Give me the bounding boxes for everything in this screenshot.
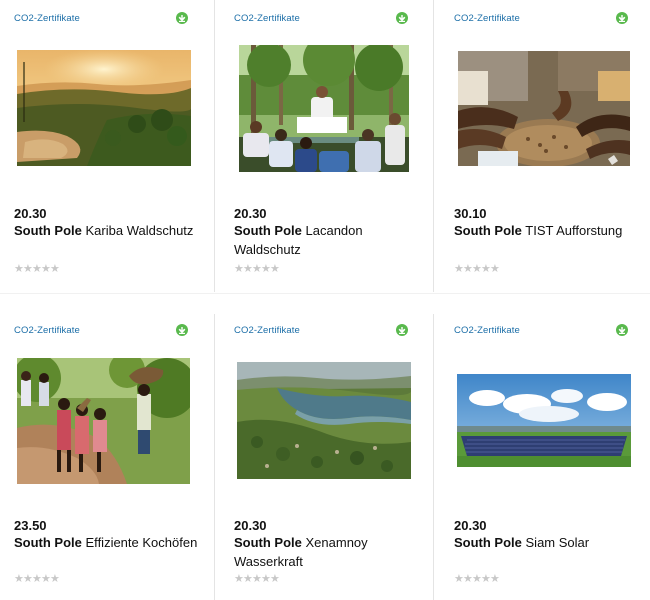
leaf-badge-icon (616, 324, 628, 336)
star-icon: ★ (261, 573, 272, 585)
product-title[interactable]: South Pole Lacandon Waldschutz (234, 221, 424, 259)
star-icon: ★ (14, 573, 25, 585)
product-image[interactable] (237, 362, 411, 479)
price: 20.30 (14, 206, 47, 221)
product-title[interactable]: South Pole Xenamnoy Wasserkraft (234, 533, 424, 571)
product-name: Kariba Waldschutz (85, 223, 194, 238)
leaf-badge-icon (176, 12, 188, 24)
product-grid: CO2-Zertifikate 20.30 South Pole Kariba … (0, 0, 650, 600)
category-label: CO2-Zertifikate (454, 325, 520, 336)
star-icon: ★ (14, 263, 25, 275)
product-image[interactable] (457, 374, 631, 467)
leaf-badge-icon (396, 324, 408, 336)
star-icon: ★ (243, 263, 254, 275)
product-image[interactable] (17, 50, 191, 166)
star-icon: ★ (252, 573, 263, 585)
category-label: CO2-Zertifikate (454, 13, 520, 24)
product-image[interactable] (458, 51, 630, 166)
product-name: Effiziente Kochöfen (85, 535, 198, 550)
star-icon: ★ (252, 263, 263, 275)
column-divider (433, 0, 434, 292)
product-name: TIST Aufforstung (525, 223, 623, 238)
star-icon: ★ (270, 573, 281, 585)
brand-name: South Pole (234, 535, 302, 550)
star-icon: ★ (41, 573, 52, 585)
star-icon: ★ (463, 573, 474, 585)
leaf-badge-icon (176, 324, 188, 336)
product-title[interactable]: South Pole Effiziente Kochöfen (14, 533, 204, 552)
star-icon: ★ (454, 573, 465, 585)
brand-name: South Pole (454, 223, 522, 238)
product-card[interactable]: CO2-Zertifikate (220, 0, 426, 292)
star-icon: ★ (454, 263, 465, 275)
star-rating[interactable]: ★★★★★ (14, 262, 61, 275)
star-icon: ★ (23, 573, 34, 585)
star-icon: ★ (270, 263, 281, 275)
star-icon: ★ (481, 573, 492, 585)
star-icon: ★ (234, 573, 245, 585)
star-rating[interactable]: ★★★★★ (14, 572, 61, 585)
star-icon: ★ (463, 263, 474, 275)
product-card[interactable]: CO2-Zertifikate (220, 312, 426, 600)
brand-name: South Pole (234, 223, 302, 238)
product-card[interactable]: CO2-Zertifikate (0, 0, 206, 292)
star-rating[interactable]: ★★★★★ (454, 572, 501, 585)
column-divider (214, 0, 215, 292)
star-icon: ★ (234, 263, 245, 275)
brand-name: South Pole (14, 223, 82, 238)
star-icon: ★ (472, 573, 483, 585)
row-divider (0, 293, 650, 294)
price: 20.30 (234, 518, 267, 533)
price: 20.30 (454, 518, 487, 533)
leaf-badge-icon (616, 12, 628, 24)
product-title[interactable]: South Pole TIST Aufforstung (454, 221, 644, 240)
star-icon: ★ (50, 263, 61, 275)
star-icon: ★ (261, 263, 272, 275)
star-icon: ★ (32, 573, 43, 585)
column-divider (433, 314, 434, 600)
star-icon: ★ (243, 573, 254, 585)
product-name: Siam Solar (525, 535, 590, 550)
product-title[interactable]: South Pole Kariba Waldschutz (14, 221, 204, 240)
star-icon: ★ (490, 573, 501, 585)
product-card[interactable]: CO2-Zertifikate (0, 312, 206, 600)
brand-name: South Pole (454, 535, 522, 550)
price: 30.10 (454, 206, 487, 221)
price: 20.30 (234, 206, 267, 221)
star-rating[interactable]: ★★★★★ (234, 572, 281, 585)
product-title[interactable]: South Pole Siam Solar (454, 533, 644, 552)
star-icon: ★ (472, 263, 483, 275)
category-label: CO2-Zertifikate (234, 13, 300, 24)
product-card[interactable]: CO2-Zertifikate (440, 312, 646, 600)
leaf-badge-icon (396, 12, 408, 24)
brand-name: South Pole (14, 535, 82, 550)
star-icon: ★ (50, 573, 61, 585)
category-label: CO2-Zertifikate (14, 325, 80, 336)
star-icon: ★ (23, 263, 34, 275)
product-image[interactable] (17, 358, 190, 484)
column-divider (214, 314, 215, 600)
star-icon: ★ (32, 263, 43, 275)
price: 23.50 (14, 518, 47, 533)
star-icon: ★ (41, 263, 52, 275)
star-icon: ★ (481, 263, 492, 275)
category-label: CO2-Zertifikate (234, 325, 300, 336)
product-image[interactable] (239, 45, 409, 172)
star-rating[interactable]: ★★★★★ (234, 262, 281, 275)
category-label: CO2-Zertifikate (14, 13, 80, 24)
star-rating[interactable]: ★★★★★ (454, 262, 501, 275)
star-icon: ★ (490, 263, 501, 275)
product-card[interactable]: CO2-Zertifikate (440, 0, 646, 292)
